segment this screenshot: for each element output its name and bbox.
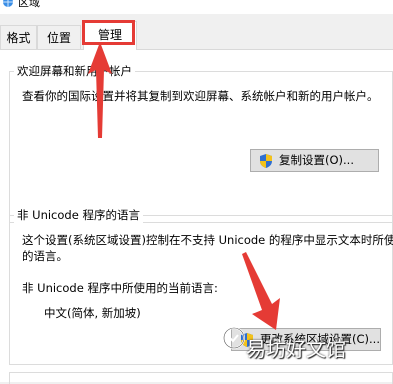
watermark-text: 易坊好文馆 <box>246 337 346 361</box>
arrow-down-icon <box>242 252 280 330</box>
welcome-description: 查看你的国际设置并将其复制到欢迎屏幕、系统帐户和新的用户帐户。 <box>22 89 379 103</box>
globe-icon <box>3 0 13 7</box>
window-title: 区域 <box>18 0 40 9</box>
watermark-logo-icon <box>223 327 245 349</box>
copy-settings-button[interactable]: 复制设置(O)... <box>250 149 379 172</box>
next-group-edge <box>9 372 393 384</box>
current-language-value: 中文(简体, 新加坡) <box>44 306 141 320</box>
title-bar: 区域 <box>0 0 393 14</box>
shield-icon <box>260 154 272 168</box>
welcome-group: 欢迎屏幕和新用户帐户 查看你的国际设置并将其复制到欢迎屏幕、系统帐户和新的用户帐… <box>9 64 393 223</box>
nonunicode-description-line1: 这个设置(系统区域设置)控制在不支持 Unicode 的程序中显示文本时所使用 <box>22 233 393 247</box>
tab-strip: 格式 位置 管理 <box>0 21 393 50</box>
tab-format[interactable]: 格式 <box>0 25 37 49</box>
nonunicode-description-line2: 的语言。 <box>22 249 68 263</box>
current-language-label: 非 Unicode 程序中所使用的当前语言: <box>22 281 218 295</box>
copy-settings-label: 复制设置(O)... <box>279 153 354 167</box>
arrow-up-icon <box>88 42 112 138</box>
welcome-legend: 欢迎屏幕和新用户帐户 <box>14 64 135 79</box>
nonunicode-legend: 非 Unicode 程序的语言 <box>14 208 143 223</box>
tab-location[interactable]: 位置 <box>37 25 81 49</box>
